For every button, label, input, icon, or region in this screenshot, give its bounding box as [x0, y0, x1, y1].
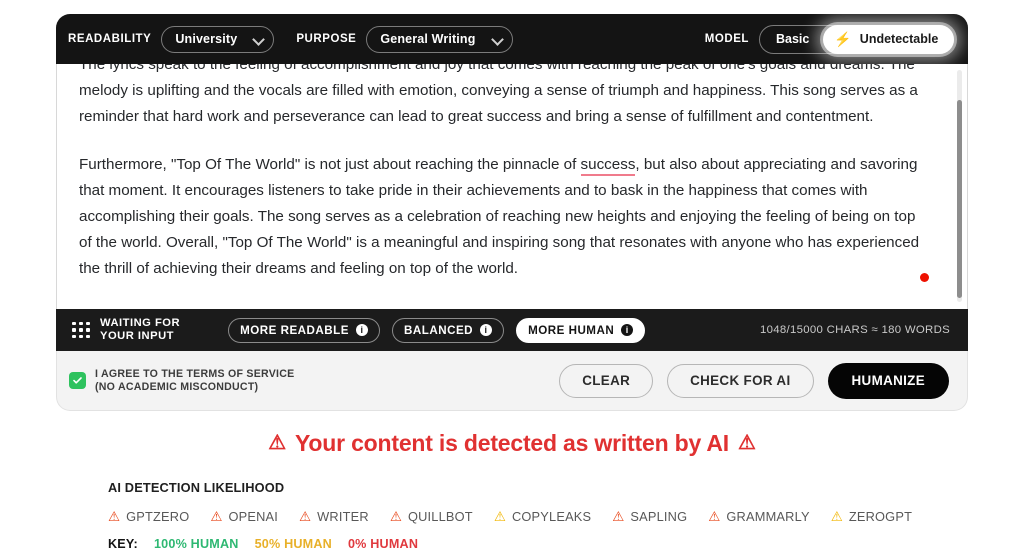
- editor-footer: I AGREE TO THE TERMS OF SERVICE (NO ACAD…: [56, 351, 968, 411]
- terms-line-1: I AGREE TO THE TERMS OF SERVICE: [95, 368, 295, 380]
- terms-agreement-text: I AGREE TO THE TERMS OF SERVICE (NO ACAD…: [95, 368, 294, 393]
- lightning-bolt-icon: ⚡: [834, 31, 852, 47]
- readability-value: University: [175, 32, 238, 46]
- detector-item: ⚠ GPTZERO: [108, 509, 189, 524]
- tone-more-human-label: MORE HUMAN: [528, 323, 615, 337]
- legend-item-100-human: 100% HUMAN: [153, 537, 239, 551]
- tone-toggle-group: MORE READABLE i BALANCED i MORE HUMAN i: [228, 317, 646, 343]
- tone-balanced-label: BALANCED: [404, 323, 474, 337]
- detector-item: ⚠ QUILLBOT: [390, 509, 473, 524]
- tone-balanced-button[interactable]: BALANCED i: [392, 317, 505, 343]
- likelihood-title: AI DETECTION LIKELIHOOD: [108, 480, 285, 495]
- warning-triangle-icon: ⚠: [299, 508, 312, 524]
- flagged-word-success[interactable]: success: [580, 156, 636, 176]
- editor-settings-toolbar: READABILITY University PURPOSE General W…: [56, 14, 968, 64]
- warning-triangle-icon: ⚠: [493, 508, 506, 524]
- ai-detection-results: ⚠ Your content is detected as written by…: [0, 428, 1024, 551]
- readability-label: READABILITY: [68, 33, 152, 45]
- info-icon[interactable]: i: [480, 324, 493, 336]
- detector-item: ⚠ WRITER: [299, 509, 369, 524]
- readability-select[interactable]: University: [161, 25, 275, 53]
- chevron-down-icon: [253, 34, 264, 45]
- status-message: WAITING FOR YOUR INPUT: [100, 317, 180, 343]
- clear-button[interactable]: CLEAR: [559, 363, 654, 398]
- warning-triangle-icon: ⚠: [389, 508, 402, 524]
- warning-triangle-icon: ⚠: [830, 508, 843, 524]
- tone-more-readable-label: MORE READABLE: [240, 323, 349, 337]
- purpose-label: PURPOSE: [296, 33, 357, 45]
- model-option-undetectable[interactable]: ⚡ Undetectable: [823, 24, 955, 54]
- editor-paragraph-2: Furthermore, "Top Of The World" is not j…: [79, 152, 929, 282]
- editor-status-toolbar: WAITING FOR YOUR INPUT MORE READABLE i B…: [56, 309, 968, 351]
- detector-name: COPYLEAKS: [511, 509, 592, 524]
- tone-more-human-button[interactable]: MORE HUMAN i: [516, 317, 646, 343]
- model-option-undetectable-label: Undetectable: [859, 31, 939, 46]
- detector-name: OPENAI: [228, 509, 279, 524]
- likelihood-section: AI DETECTION LIKELIHOOD ⚠ GPTZERO ⚠ OPEN…: [108, 480, 1024, 524]
- purpose-select[interactable]: General Writing: [366, 25, 513, 53]
- terms-line-2: (NO ACADEMIC MISCONDUCT): [95, 380, 259, 393]
- legend-key: KEY: 100% HUMAN 50% HUMAN 0% HUMAN: [108, 537, 1024, 551]
- warning-triangle-icon: ⚠: [612, 508, 625, 524]
- paragraph-2-text-before: Furthermore, "Top Of The World" is not j…: [79, 156, 581, 173]
- info-icon[interactable]: i: [621, 324, 634, 336]
- check-for-ai-button[interactable]: CHECK FOR AI: [667, 363, 814, 398]
- info-icon[interactable]: i: [356, 324, 368, 336]
- detector-name: WRITER: [317, 509, 369, 524]
- detection-verdict: ⚠ Your content is detected as written by…: [0, 428, 1024, 458]
- editor-scrollbar[interactable]: [957, 70, 962, 302]
- terms-checkbox[interactable]: [69, 372, 86, 389]
- detector-item: ⚠ ZEROGPT: [831, 509, 912, 524]
- editor-document[interactable]: The lyrics speak to the feeling of accom…: [57, 64, 967, 282]
- footer-actions: CLEAR CHECK FOR AI HUMANIZE: [559, 362, 949, 399]
- warning-icon: ⚠: [738, 432, 756, 454]
- legend-item-50-human: 50% HUMAN: [254, 537, 332, 551]
- legend-item-0-human: 0% HUMAN: [347, 537, 419, 551]
- detector-name: SAPLING: [630, 509, 688, 524]
- warning-triangle-icon: ⚠: [108, 508, 121, 524]
- red-marker-dot: [920, 273, 929, 282]
- model-option-basic[interactable]: Basic: [760, 26, 823, 53]
- humanize-button[interactable]: HUMANIZE: [827, 362, 949, 399]
- detector-name: GRAMMARLY: [726, 509, 810, 524]
- detector-item: ⚠ GRAMMARLY: [708, 509, 809, 524]
- status-line-2: YOUR INPUT: [100, 330, 174, 342]
- app-root: READABILITY University PURPOSE General W…: [0, 0, 1024, 560]
- editor-paragraph-1: The lyrics speak to the feeling of accom…: [79, 64, 918, 125]
- tone-more-readable-button[interactable]: MORE READABLE i: [228, 317, 380, 343]
- detector-item: ⚠ OPENAI: [210, 509, 278, 524]
- terms-agreement: I AGREE TO THE TERMS OF SERVICE (NO ACAD…: [69, 368, 294, 393]
- text-editor-area[interactable]: The lyrics speak to the feeling of accom…: [56, 64, 968, 309]
- warning-triangle-icon: ⚠: [210, 508, 223, 524]
- paragraph-2-text-after: , but also about appreciating and savori…: [79, 156, 920, 277]
- detector-name: GPTZERO: [126, 509, 190, 524]
- model-toggle: Basic ⚡ Undetectable: [759, 24, 955, 54]
- warning-icon: ⚠: [268, 432, 286, 454]
- detector-name: ZEROGPT: [848, 509, 913, 524]
- character-count: 1048/15000 CHARS ≈ 180 WORDS: [759, 324, 950, 336]
- detector-item: ⚠ SAPLING: [612, 509, 687, 524]
- editor-scrollbar-thumb[interactable]: [957, 100, 962, 298]
- status-line-1: WAITING FOR: [100, 317, 181, 329]
- grid-dots-icon: [72, 321, 91, 339]
- detector-list: ⚠ GPTZERO ⚠ OPENAI ⚠ WRITER ⚠ QUILLBOT ⚠: [108, 509, 1024, 524]
- editor-card: READABILITY University PURPOSE General W…: [56, 14, 968, 411]
- detector-item: ⚠ COPYLEAKS: [494, 509, 591, 524]
- detector-name: QUILLBOT: [407, 509, 473, 524]
- legend-label: KEY:: [108, 537, 138, 551]
- chevron-down-icon: [492, 34, 503, 45]
- model-label: MODEL: [704, 33, 749, 45]
- purpose-value: General Writing: [380, 32, 476, 46]
- warning-triangle-icon: ⚠: [708, 508, 721, 524]
- detection-verdict-text: Your content is detected as written by A…: [295, 430, 729, 456]
